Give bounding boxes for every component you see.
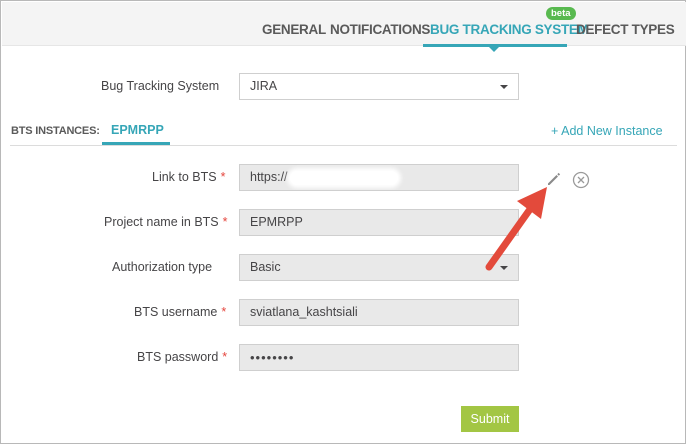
tab-notifications[interactable]: NOTIFICATIONS [330,22,430,37]
bts-select-value: JIRA [250,79,278,93]
link-to-bts-value: https:// [250,170,288,184]
instance-tab-epmrpp[interactable]: EPMRPP [111,123,164,137]
password-dots: •••••••• [250,350,295,365]
close-circle-icon[interactable] [572,171,590,189]
authorization-type-value: Basic [250,260,281,274]
beta-badge: beta [546,7,576,20]
project-name-label: Project name in BTS * [104,215,228,229]
bts-select-label: Bug Tracking System [101,79,220,93]
chevron-down-icon [500,85,508,89]
annotation-arrow-icon [485,187,547,271]
settings-tabs-bar: GENERAL NOTIFICATIONS BUG TRACKING SYSTE… [2,2,686,52]
tab-general[interactable]: GENERAL [262,22,326,37]
bts-username-label: BTS username * [134,305,227,319]
bts-instances-label: BTS INSTANCES: [11,125,100,137]
required-asterisk: * [222,215,228,229]
settings-panel: GENERAL NOTIFICATIONS BUG TRACKING SYSTE… [0,0,686,444]
tab-defect-types[interactable]: DEFECT TYPES [576,22,675,37]
instances-divider [10,145,677,146]
required-asterisk: * [222,350,228,364]
bts-password-label: BTS password * [137,350,228,364]
redacted-url-blur [289,170,398,185]
tab-bug-tracking-system[interactable]: BUG TRACKING SYSTEM [430,22,589,37]
submit-button[interactable]: Submit [461,406,519,432]
required-asterisk: * [221,305,227,319]
bts-username-field[interactable]: sviatlana_kashtsiali [239,299,519,326]
active-tab-caret [489,47,499,52]
link-to-bts-label: Link to BTS * [152,170,226,184]
bts-password-field[interactable]: •••••••• [239,344,519,371]
required-asterisk: * [220,170,226,184]
add-new-instance-label: Add New Instance [561,124,663,138]
plus-icon: + [551,124,559,138]
add-new-instance-link[interactable]: + Add New Instance [551,124,663,138]
authorization-type-label: Authorization type [112,260,213,274]
bts-select[interactable]: JIRA [239,73,519,100]
